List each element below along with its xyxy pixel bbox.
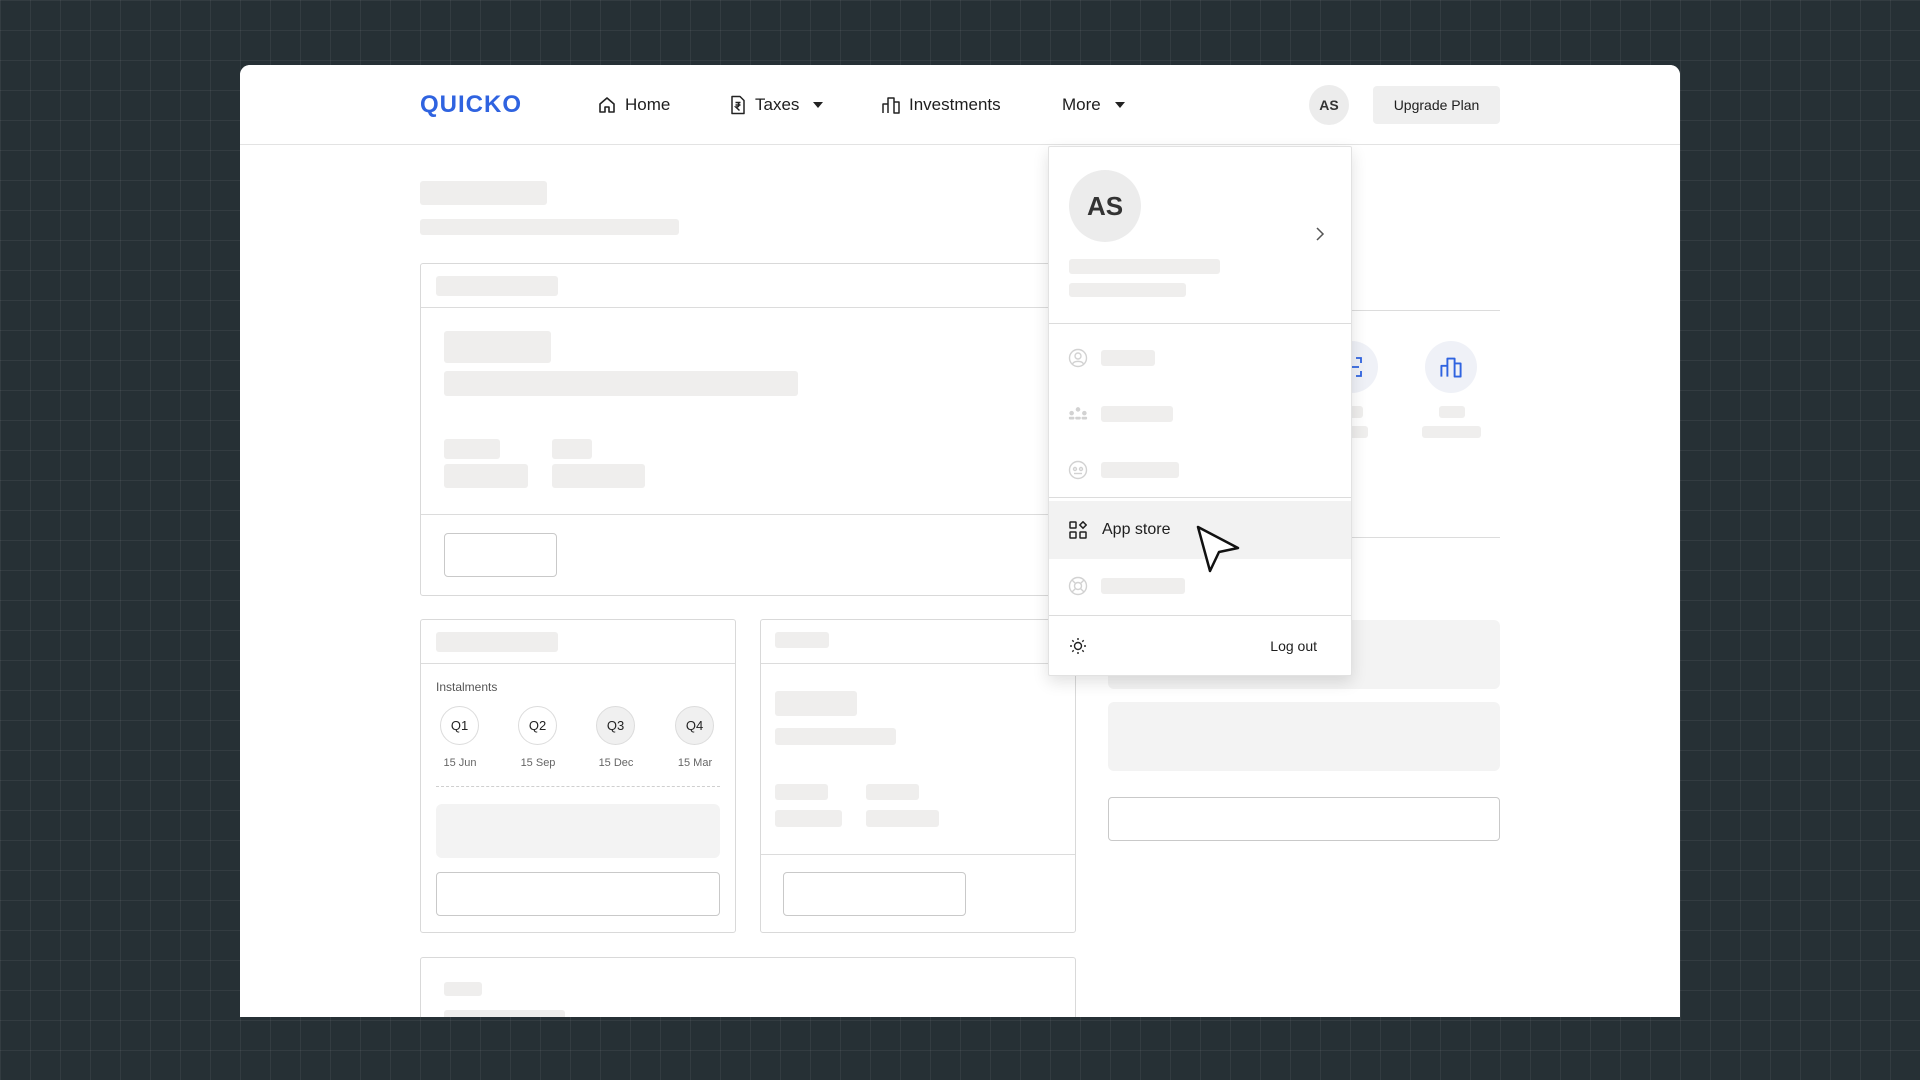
instalment-q3-date: 15 Dec [598, 757, 634, 769]
description-placeholder [775, 728, 896, 745]
summary-card [760, 619, 1076, 933]
divider [1049, 323, 1351, 324]
user-icon [1068, 348, 1088, 368]
chevron-right-icon[interactable] [1315, 227, 1325, 246]
stat-value-placeholder [552, 464, 645, 488]
nav-more-label: More [1062, 95, 1101, 114]
logo-text: QUICKO [420, 91, 522, 118]
settings-icon [1068, 460, 1088, 480]
stat-value-placeholder [444, 464, 528, 488]
dropdown-item-settings[interactable] [1049, 445, 1351, 495]
divider [421, 307, 1075, 308]
user-name-placeholder [1069, 259, 1220, 274]
instalment-action-button[interactable] [436, 872, 720, 916]
quicko-logo[interactable]: QUICKO [420, 91, 522, 118]
nav-home[interactable]: Home [597, 92, 670, 118]
instalments-title: Instalments [436, 680, 498, 694]
top-navbar: QUICKO Home Taxes Investments More AS Up… [240, 65, 1680, 145]
menu-label-placeholder [1101, 462, 1179, 478]
chevron-down-icon [1114, 102, 1125, 108]
page-title-placeholder [420, 181, 547, 205]
divider [421, 663, 735, 664]
stat-label-placeholder [866, 784, 919, 800]
nav-taxes[interactable]: Taxes [729, 92, 824, 118]
divider [761, 663, 1075, 664]
nav-investments[interactable]: Investments [881, 92, 1001, 118]
label-placeholder [1439, 406, 1465, 418]
nav-more[interactable]: More [1062, 92, 1125, 118]
description-placeholder [444, 1010, 565, 1017]
home-icon [597, 95, 617, 115]
team-icon [1068, 404, 1088, 424]
instalment-q2[interactable]: Q2 [518, 706, 557, 745]
tax-document-icon [729, 95, 747, 115]
nav-home-label: Home [625, 95, 671, 114]
user-email-placeholder [1069, 283, 1186, 297]
value-placeholder [775, 691, 857, 716]
dropdown-item-team[interactable] [1049, 389, 1351, 439]
value-placeholder [444, 331, 551, 363]
menu-label-placeholder [1101, 578, 1185, 594]
stat-label-placeholder [775, 784, 828, 800]
card-header-placeholder [436, 276, 558, 296]
bottom-card [420, 957, 1076, 1017]
upgrade-plan-button[interactable]: Upgrade Plan [1373, 86, 1500, 124]
instalment-q4[interactable]: Q4 [675, 706, 714, 745]
dropdown-footer: Log out [1049, 619, 1351, 673]
summary-action-button[interactable] [783, 872, 966, 916]
instalments-card: Instalments Q1 15 Jun Q2 15 Sep Q3 15 De… [420, 619, 736, 933]
stat-value-placeholder [866, 810, 939, 827]
logout-button[interactable]: Log out [1270, 638, 1317, 654]
account-dropdown: AS App store Log out [1048, 146, 1352, 676]
app-store-icon [1068, 520, 1088, 540]
user-avatar[interactable]: AS [1309, 85, 1349, 125]
help-icon [1068, 576, 1088, 596]
nav-taxes-label: Taxes [755, 95, 800, 114]
stat-value-placeholder [775, 810, 842, 827]
app-window: QUICKO Home Taxes Investments More AS Up… [240, 65, 1680, 1017]
card-header-placeholder [775, 632, 829, 648]
divider [1049, 497, 1351, 498]
investments-icon[interactable] [1425, 341, 1477, 393]
divider [1340, 310, 1500, 311]
dropdown-item-profile[interactable] [1049, 333, 1351, 383]
page-subtitle-placeholder [420, 219, 679, 235]
divider [421, 514, 1075, 515]
instalment-summary-placeholder [436, 804, 720, 858]
investments-icon [881, 95, 901, 115]
instalment-q4-date: 15 Mar [677, 757, 713, 769]
label-placeholder [1422, 426, 1481, 438]
main-card [420, 263, 1076, 596]
instalment-q1-date: 15 Jun [443, 757, 477, 769]
menu-label-placeholder [1101, 406, 1173, 422]
instalment-q1[interactable]: Q1 [440, 706, 479, 745]
card-action-button[interactable] [444, 533, 557, 577]
nav-investments-label: Investments [909, 95, 1001, 114]
dropdown-avatar[interactable]: AS [1069, 170, 1141, 242]
right-action-button[interactable] [1108, 797, 1500, 841]
stat-label-placeholder [444, 439, 500, 459]
theme-sun-icon[interactable] [1068, 636, 1088, 656]
stat-label-placeholder [552, 439, 592, 459]
info-block-placeholder [1108, 702, 1500, 771]
card-header-placeholder [444, 982, 482, 996]
dashed-divider [436, 786, 720, 787]
instalment-q3[interactable]: Q3 [596, 706, 635, 745]
card-header-placeholder [436, 632, 558, 652]
divider [1049, 615, 1351, 616]
mouse-cursor-icon [1195, 524, 1241, 581]
divider [761, 854, 1075, 855]
instalment-q2-date: 15 Sep [520, 757, 556, 769]
chevron-down-icon [813, 102, 824, 108]
app-store-label: App store [1102, 521, 1171, 538]
description-placeholder [444, 371, 798, 396]
menu-label-placeholder [1101, 350, 1155, 366]
divider [1340, 537, 1500, 538]
